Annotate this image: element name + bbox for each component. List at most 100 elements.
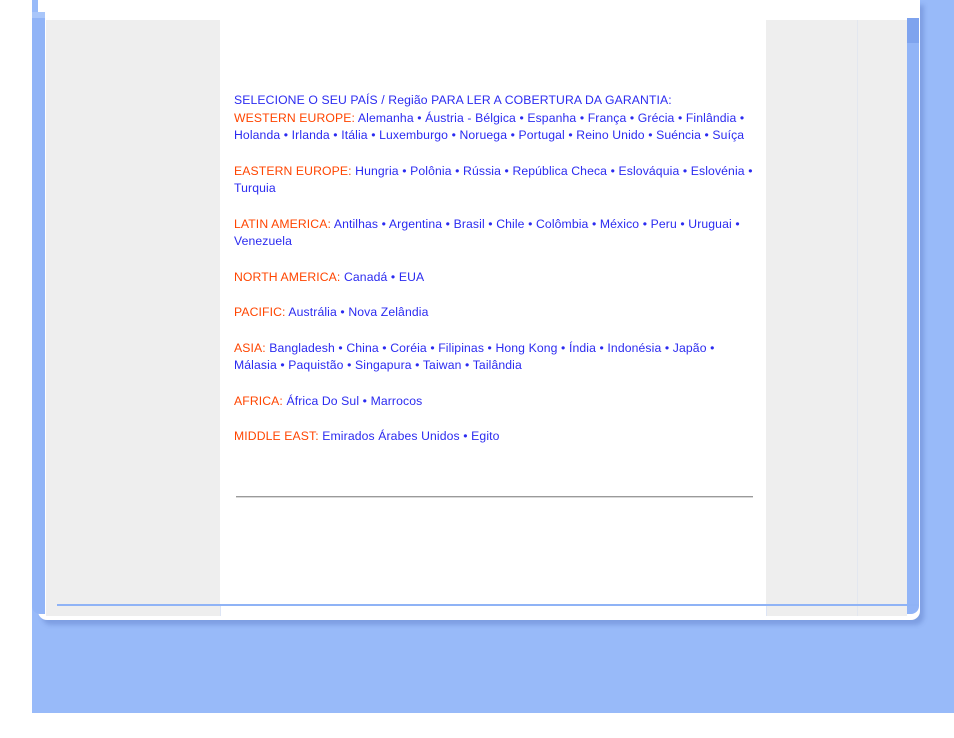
region-label: EASTERN EUROPE:: [234, 163, 352, 178]
country-separator: •: [413, 110, 426, 125]
region-block: EASTERN EUROPE: Hungria • Polônia • Rúss…: [234, 163, 754, 198]
right-accent-bar: [907, 18, 919, 614]
country-link[interactable]: Portugal: [519, 128, 565, 142]
country-separator: •: [343, 358, 355, 372]
country-link[interactable]: Irlanda: [292, 128, 330, 142]
country-link[interactable]: Marrocos: [371, 394, 423, 408]
country-link[interactable]: Egito: [471, 429, 499, 443]
country-link[interactable]: Colômbia: [536, 217, 588, 231]
country-link[interactable]: Finlândia: [686, 111, 737, 125]
country-link[interactable]: Reino Unido: [576, 128, 644, 142]
country-link[interactable]: Singapura: [355, 358, 412, 372]
country-separator: •: [736, 110, 745, 125]
country-link[interactable]: Alemanha: [358, 111, 414, 125]
country-link[interactable]: Filipinas: [438, 341, 484, 355]
country-separator: •: [448, 128, 460, 142]
country-link[interactable]: Eslováquia: [619, 164, 680, 178]
region-block: MIDDLE EAST: Emirados Árabes Unidos • Eg…: [234, 428, 754, 446]
country-link[interactable]: México: [600, 217, 639, 231]
country-link[interactable]: Hungria: [355, 164, 399, 178]
country-link[interactable]: Indonésia: [607, 341, 661, 355]
country-separator: •: [588, 216, 600, 231]
country-separator: •: [367, 128, 380, 142]
country-link[interactable]: África Do Sul: [286, 394, 359, 408]
country-link[interactable]: Turquia: [234, 181, 276, 195]
sidebar-right-panel-outer: [858, 20, 907, 616]
country-separator: •: [484, 340, 496, 355]
country-separator: •: [744, 163, 753, 178]
country-link[interactable]: Emirados Árabes Unidos: [322, 429, 459, 443]
region-block: NORTH AMERICA: Canadá • EUA: [234, 269, 754, 287]
country-link[interactable]: Peru: [651, 217, 677, 231]
region-list: WESTERN EUROPE: Alemanha • Áustria - Bél…: [234, 110, 754, 446]
country-separator: •: [378, 216, 389, 231]
country-link[interactable]: Coréia: [390, 341, 427, 355]
country-link[interactable]: República Checa: [512, 164, 607, 178]
country-separator: •: [644, 128, 657, 142]
country-link[interactable]: Áustria - Bélgica: [425, 111, 516, 125]
country-link[interactable]: Japão: [673, 341, 707, 355]
left-accent-bar: [32, 18, 45, 614]
country-link[interactable]: França: [588, 111, 627, 125]
country-link[interactable]: Venezuela: [234, 234, 292, 248]
region-label: ASIA:: [234, 340, 266, 355]
country-separator: •: [676, 216, 689, 231]
country-separator: •: [507, 128, 519, 142]
country-separator: •: [706, 340, 715, 355]
country-separator: •: [387, 269, 399, 284]
country-link[interactable]: Nova Zelândia: [348, 305, 428, 319]
country-separator: •: [398, 163, 411, 178]
country-separator: •: [557, 340, 569, 355]
country-link[interactable]: Chile: [496, 217, 524, 231]
country-link[interactable]: Antilhas: [334, 217, 378, 231]
country-link[interactable]: Taiwan: [423, 358, 462, 372]
country-separator: •: [626, 110, 638, 125]
country-link[interactable]: Canadá: [344, 270, 387, 284]
country-link[interactable]: Grécia: [638, 111, 675, 125]
region-block: ASIA: Bangladesh • China • Coréia • Fili…: [234, 340, 754, 375]
country-link[interactable]: Tailândia: [473, 358, 522, 372]
country-link[interactable]: Holanda: [234, 128, 280, 142]
region-block: WESTERN EUROPE: Alemanha • Áustria - Bél…: [234, 110, 754, 145]
region-block: PACIFIC: Austrália • Nova Zelândia: [234, 304, 754, 322]
country-link[interactable]: Noruega: [459, 128, 507, 142]
country-link[interactable]: Austrália: [288, 305, 337, 319]
region-label: AFRICA:: [234, 393, 283, 408]
country-separator: •: [607, 163, 619, 178]
country-link[interactable]: China: [346, 341, 378, 355]
country-link[interactable]: Rússia: [463, 164, 501, 178]
country-link[interactable]: Itália: [341, 128, 367, 142]
country-link[interactable]: Paquistão: [288, 358, 343, 372]
country-separator: •: [378, 340, 391, 355]
warranty-country-selector: SELECIONE O SEU PAÍS / Região PARA LER A…: [234, 92, 754, 446]
country-separator: •: [359, 393, 371, 408]
country-separator: •: [329, 128, 342, 142]
country-link[interactable]: Eslovénia: [691, 164, 745, 178]
country-link[interactable]: Argentina: [389, 217, 442, 231]
country-separator: •: [451, 163, 464, 178]
country-link[interactable]: Suéncia: [656, 128, 701, 142]
country-separator: •: [515, 110, 528, 125]
country-separator: •: [639, 216, 651, 231]
footer-separator-rule: [57, 604, 919, 606]
country-link[interactable]: Espanha: [527, 111, 576, 125]
region-label: WESTERN EUROPE:: [234, 110, 356, 125]
country-separator: •: [564, 128, 577, 142]
footer-cell-divider-left: [220, 606, 221, 616]
country-link[interactable]: Uruguai: [688, 217, 732, 231]
country-separator: •: [426, 340, 439, 355]
country-link[interactable]: Brasil: [454, 217, 485, 231]
country-separator: •: [679, 163, 691, 178]
country-link[interactable]: Índia: [569, 341, 596, 355]
country-separator: •: [576, 110, 588, 125]
country-link[interactable]: Hong Kong: [495, 341, 557, 355]
country-link[interactable]: Polônia: [410, 164, 452, 178]
country-separator: •: [280, 128, 292, 142]
country-link[interactable]: EUA: [399, 270, 424, 284]
country-link[interactable]: Suíça: [712, 128, 744, 142]
country-link[interactable]: Luxemburgo: [379, 128, 448, 142]
country-link[interactable]: Bangladesh: [269, 341, 335, 355]
country-link[interactable]: Málasia: [234, 358, 277, 372]
region-block: LATIN AMERICA: Antilhas • Argentina • Br…: [234, 216, 754, 251]
country-separator: •: [596, 340, 608, 355]
